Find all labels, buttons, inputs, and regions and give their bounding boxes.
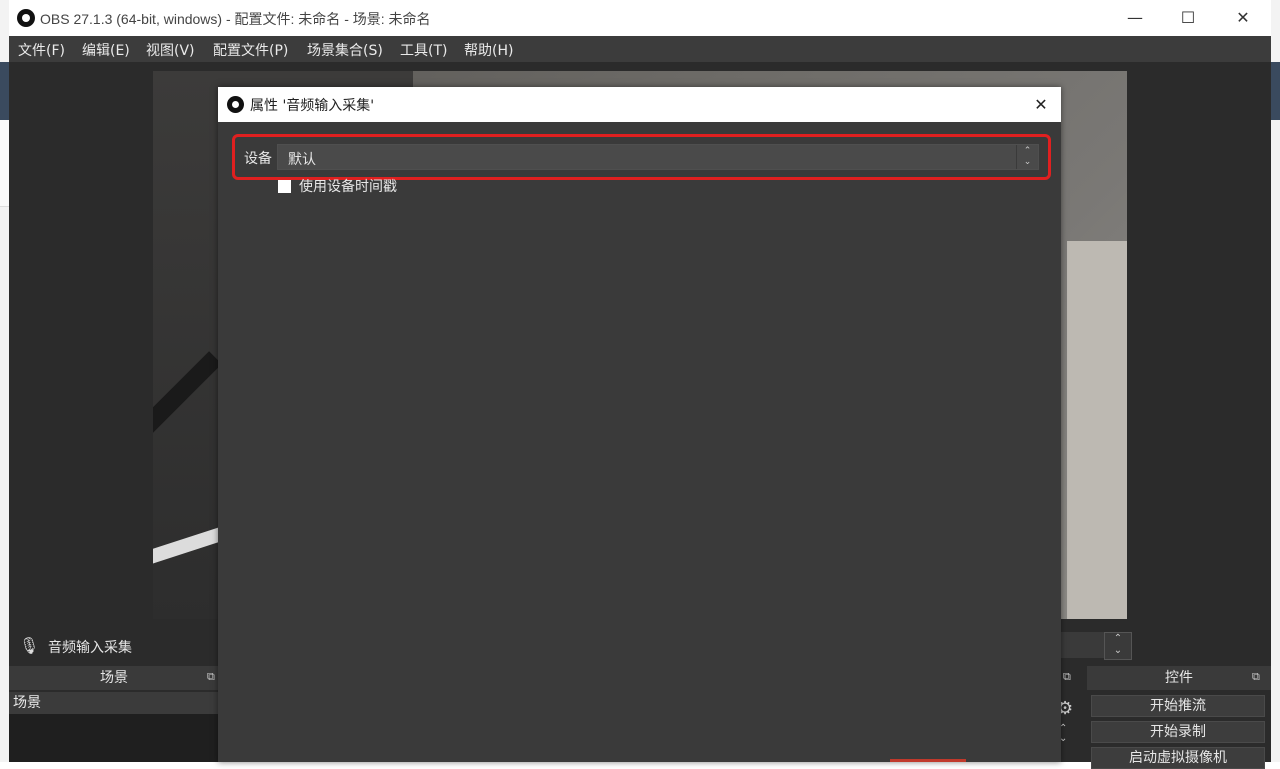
menu-help[interactable]: 帮助(H) — [464, 40, 513, 60]
minimize-button[interactable]: — — [1107, 0, 1163, 36]
menu-view[interactable]: 视图(V) — [146, 40, 195, 60]
obs-logo-icon — [17, 9, 35, 27]
controls-dock-label: 控件 — [1165, 670, 1193, 686]
float-dock-icon[interactable]: ⧉ — [1252, 670, 1260, 684]
window-titlebar: OBS 27.1.3 (64-bit, windows) - 配置文件: 未命名… — [9, 0, 1271, 36]
dialog-title: 属性 '音频输入采集' — [250, 98, 375, 114]
device-label: 设备 — [244, 151, 272, 167]
background-header — [0, 120, 9, 207]
obs-logo-icon — [227, 96, 244, 113]
source-device-combo[interactable] — [1061, 632, 1105, 658]
scenes-list[interactable]: 场景 — [9, 692, 219, 762]
float-dock-icon[interactable]: ⧉ — [1063, 670, 1071, 684]
microphone-icon: 🎙 — [19, 636, 40, 655]
menu-bar: 文件(F) 编辑(E) 视图(V) 配置文件(P) 场景集合(S) 工具(T) … — [9, 36, 1271, 62]
controls-dock-title: 控件 — [1087, 666, 1271, 690]
scene-list-item[interactable]: 场景 — [9, 692, 219, 714]
chevron-updown-icon[interactable]: ⌃ ⌄ — [1016, 145, 1038, 169]
menu-edit[interactable]: 编辑(E) — [82, 40, 130, 60]
background-window-left-edge — [0, 0, 9, 762]
background-window-right-edge — [1271, 0, 1280, 762]
background-tab-strip — [0, 62, 9, 120]
menu-file[interactable]: 文件(F) — [18, 40, 65, 60]
window-title: OBS 27.1.3 (64-bit, windows) - 配置文件: 未命名… — [40, 11, 431, 27]
float-dock-icon[interactable]: ⧉ — [207, 670, 215, 684]
background-tab-strip-right — [1271, 62, 1280, 120]
start-recording-button[interactable]: 开始录制 — [1091, 721, 1265, 743]
selected-source-name: 音频输入采集 — [48, 640, 132, 656]
device-selected-value: 默认 — [288, 152, 316, 168]
menu-scene-collection[interactable]: 场景集合(S) — [307, 40, 383, 60]
use-timestamps-checkbox[interactable] — [278, 180, 291, 193]
maximize-button[interactable]: ☐ — [1160, 0, 1216, 36]
spin-arrows-icon[interactable]: ⌃ ⌄ — [1104, 632, 1132, 660]
use-timestamps-label[interactable]: 使用设备时间戳 — [299, 176, 397, 196]
menu-tools[interactable]: 工具(T) — [400, 40, 447, 60]
scenes-dock-label: 场景 — [100, 670, 128, 686]
dialog-titlebar: 属性 '音频输入采集' ✕ — [218, 87, 1061, 122]
start-streaming-button[interactable]: 开始推流 — [1091, 695, 1265, 717]
start-virtual-camera-button[interactable]: 启动虚拟摄像机 — [1091, 747, 1265, 769]
menu-profile[interactable]: 配置文件(P) — [213, 40, 288, 60]
device-select[interactable]: 默认 ⌃ ⌄ — [277, 144, 1039, 170]
preview-right-wall-shape — [1067, 241, 1127, 619]
scenes-dock-title: 场景 — [9, 666, 219, 690]
properties-dialog: 属性 '音频输入采集' ✕ 设备 默认 ⌃ ⌄ 使用设备时间戳 — [218, 87, 1061, 762]
device-row-highlight: 设备 默认 ⌃ ⌄ — [232, 134, 1051, 180]
close-window-button[interactable]: ✕ — [1215, 0, 1271, 36]
close-icon[interactable]: ✕ — [1021, 87, 1061, 122]
